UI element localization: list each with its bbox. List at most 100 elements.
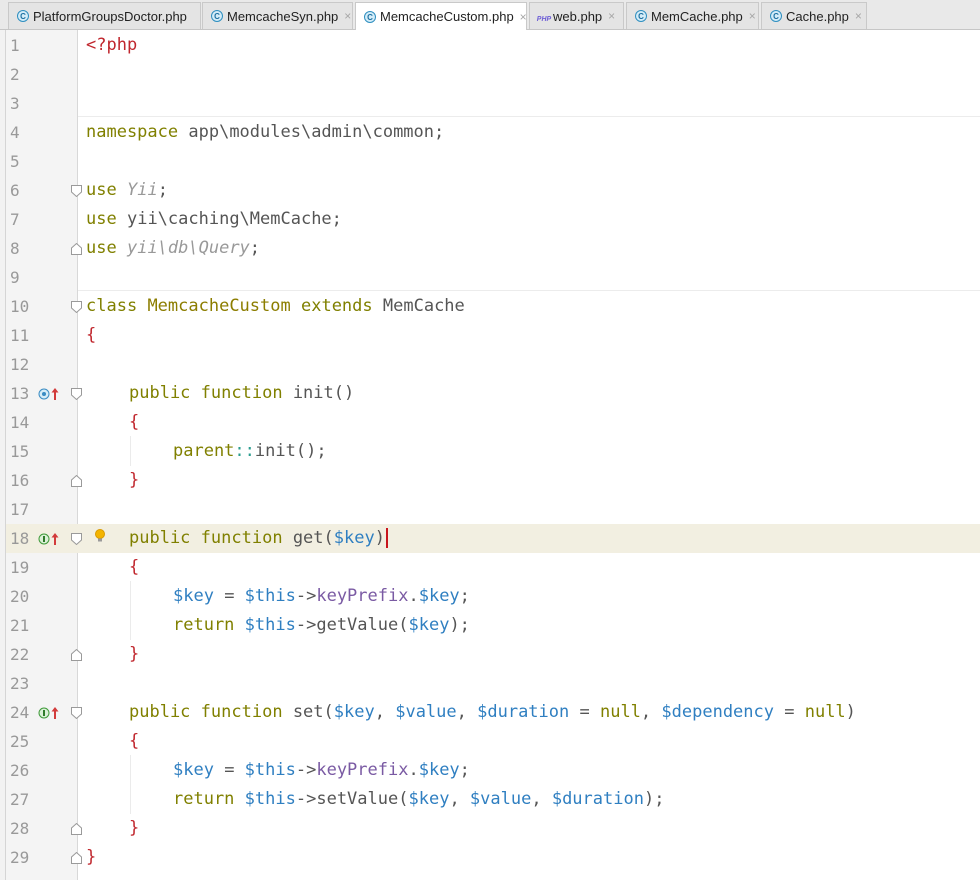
code-line-19[interactable]: 19 { (0, 553, 980, 582)
code-text: } (129, 470, 140, 490)
fold-end-icon[interactable] (71, 852, 82, 864)
code-text: use yii\db\Query; (86, 238, 261, 258)
code-text: $key = $this->keyPrefix.$key; (173, 760, 470, 780)
fold-start-icon[interactable] (71, 707, 82, 719)
code-text: namespace app\modules\admin\common; (86, 122, 445, 142)
code-line-12[interactable]: 12 (0, 350, 980, 379)
overrides-method-icon[interactable] (38, 386, 62, 402)
tab-label: PlatformGroupsDoctor.php (33, 8, 187, 24)
tab-memcachecustom[interactable]: C MemcacheCustom.php × (355, 2, 527, 30)
tab-label: web.php (553, 8, 603, 24)
close-icon[interactable]: × (344, 10, 351, 22)
fold-start-icon[interactable] (71, 388, 82, 400)
editor-tab-bar: C PlatformGroupsDoctor.php C MemcacheSyn… (0, 0, 980, 30)
code-line-4[interactable]: 4 namespace app\modules\admin\common; (0, 118, 980, 147)
tab-label: MemCache.php (651, 8, 743, 24)
code-line-22[interactable]: 22 } (0, 640, 980, 669)
code-line-13[interactable]: 13 public function init() (0, 379, 980, 408)
code-line-8[interactable]: 8 use yii\db\Query; (0, 234, 980, 263)
code-text: } (86, 847, 97, 867)
code-line-20[interactable]: 20 $key = $this->keyPrefix.$key; (0, 582, 980, 611)
tab-web[interactable]: PHP web.php × (529, 2, 624, 29)
code-line-1[interactable]: 1 <?php (0, 31, 980, 60)
tab-memcachesyn[interactable]: C MemcacheSyn.php × (202, 2, 353, 29)
close-icon[interactable]: × (520, 11, 527, 23)
code-line-16[interactable]: 16 } (0, 466, 980, 495)
code-text: { (129, 557, 140, 577)
fold-end-icon[interactable] (71, 823, 82, 835)
line-number: 24 (10, 703, 30, 722)
code-line-6[interactable]: 6 use Yii; (0, 176, 980, 205)
fold-start-icon[interactable] (71, 533, 82, 545)
fold-end-icon[interactable] (71, 243, 82, 255)
code-line-23[interactable]: 23 (0, 669, 980, 698)
code-line-25[interactable]: 25 { (0, 727, 980, 756)
code-line-10[interactable]: 10 class MemcacheCustom extends MemCache (0, 292, 980, 321)
code-line-27[interactable]: 27 return $this->setValue($key, $value, … (0, 785, 980, 814)
code-text: } (129, 818, 140, 838)
code-line-28[interactable]: 28 } (0, 814, 980, 843)
line-number: 22 (10, 645, 30, 664)
code-line-7[interactable]: 7 use yii\caching\MemCache; (0, 205, 980, 234)
code-line-2[interactable]: 2 (0, 60, 980, 89)
code-text: { (129, 412, 140, 432)
line-number: 12 (10, 355, 30, 374)
code-line-29[interactable]: 29 } (0, 843, 980, 872)
line-number: 20 (10, 587, 30, 606)
tab-cache[interactable]: C Cache.php × (761, 2, 867, 29)
fold-end-icon[interactable] (71, 475, 82, 487)
code-text: return $this->setValue($key, $value, $du… (173, 789, 665, 809)
line-number: 19 (10, 558, 30, 577)
lightbulb-icon[interactable] (94, 528, 106, 544)
line-number: 16 (10, 471, 30, 490)
line-number: 17 (10, 500, 30, 519)
code-line-3[interactable]: 3 (0, 89, 980, 118)
code-line-17[interactable]: 17 (0, 495, 980, 524)
code-text: class MemcacheCustom extends MemCache (86, 296, 465, 316)
php-class-icon: C (770, 10, 782, 22)
code-line-18-current[interactable]: 18 public function get($key) (6, 524, 980, 553)
line-number: 7 (10, 210, 20, 229)
line-number: 18 (10, 529, 30, 548)
implements-method-icon[interactable] (38, 531, 62, 547)
code-text: public function init() (129, 383, 355, 403)
line-number: 25 (10, 732, 30, 751)
line-number: 26 (10, 761, 30, 780)
tab-memcache[interactable]: C MemCache.php × (626, 2, 759, 29)
php-class-icon: C (364, 10, 376, 23)
code-line-26[interactable]: 26 $key = $this->keyPrefix.$key; (0, 756, 980, 785)
line-number: 28 (10, 819, 30, 838)
code-line-11[interactable]: 11 { (0, 321, 980, 350)
line-number: 9 (10, 268, 20, 287)
fold-start-icon[interactable] (71, 185, 82, 197)
code-text: return $this->getValue($key); (173, 615, 470, 635)
line-number: 8 (10, 239, 20, 258)
implements-method-icon[interactable] (38, 705, 62, 721)
code-text: } (129, 644, 140, 664)
code-line-5[interactable]: 5 (0, 147, 980, 176)
code-text: public function set($key, $value, $durat… (129, 702, 856, 722)
tab-platformgroupsdoctor[interactable]: C PlatformGroupsDoctor.php (8, 2, 201, 29)
line-number: 13 (10, 384, 30, 403)
code-line-24[interactable]: 24 public function set($key, $value, $du… (0, 698, 980, 727)
close-icon[interactable]: × (608, 10, 615, 22)
close-icon[interactable]: × (749, 10, 756, 22)
line-number: 4 (10, 123, 20, 142)
code-line-14[interactable]: 14 { (0, 408, 980, 437)
code-line-21[interactable]: 21 return $this->getValue($key); (0, 611, 980, 640)
fold-end-icon[interactable] (71, 649, 82, 661)
line-number: 27 (10, 790, 30, 809)
tab-label: MemcacheCustom.php (380, 9, 514, 24)
line-number: 1 (10, 36, 20, 55)
line-number: 23 (10, 674, 30, 693)
close-icon[interactable]: × (855, 10, 862, 22)
line-number: 14 (10, 413, 30, 432)
fold-start-icon[interactable] (71, 301, 82, 313)
code-text: $key = $this->keyPrefix.$key; (173, 586, 470, 606)
code-text: public function get($key) (129, 524, 388, 553)
code-line-15[interactable]: 15 parent::init(); (0, 437, 980, 466)
code-text: <?php (86, 35, 138, 55)
code-line-9[interactable]: 9 (0, 263, 980, 292)
code-text: use Yii; (86, 180, 168, 200)
php-class-icon: C (211, 10, 223, 22)
